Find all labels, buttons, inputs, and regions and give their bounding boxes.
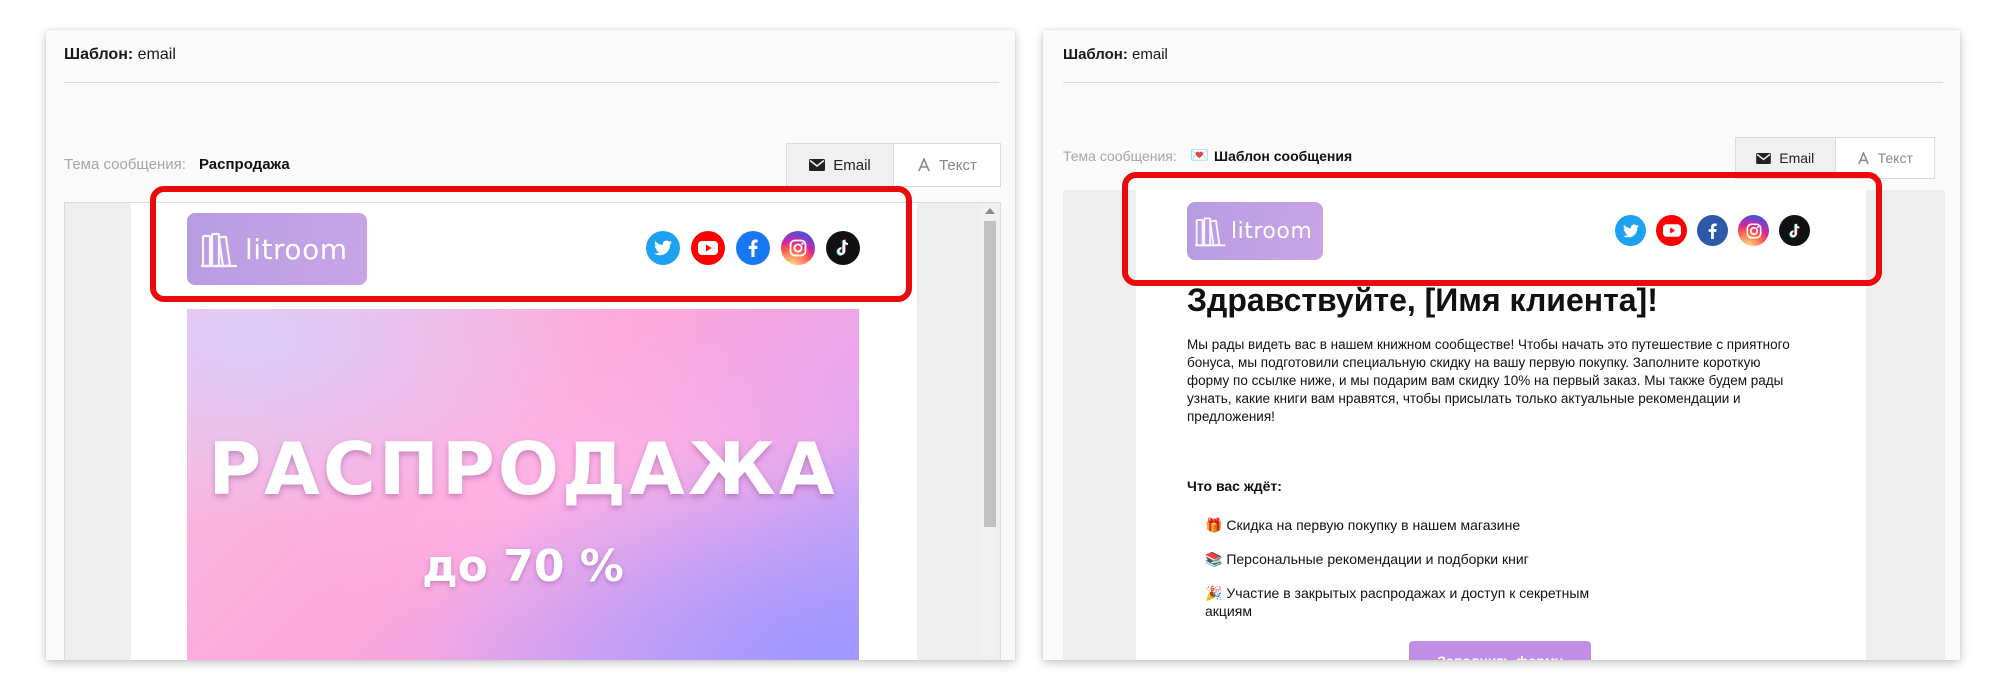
- sale-banner: РАСПРОДАЖА до 70 %: [187, 309, 859, 660]
- benefit-item: 📚 Персональные рекомендации и подборки к…: [1205, 550, 1635, 568]
- intro-paragraph: Мы рады видеть вас в нашем книжном сообщ…: [1187, 337, 1790, 424]
- text-a-icon: [1857, 151, 1869, 164]
- banner-title: РАСПРОДАЖА: [208, 427, 838, 511]
- template-name: email: [137, 46, 176, 63]
- scroll-up-icon[interactable]: [985, 208, 995, 214]
- subject-value: Распродажа: [199, 156, 290, 173]
- subject-value: Шаблон сообщения: [1214, 148, 1353, 164]
- template-name: email: [1132, 46, 1168, 63]
- tab-text-label: Текст: [1877, 150, 1913, 166]
- divider: [1063, 82, 1943, 83]
- benefits-heading: Что вас ждёт:: [1187, 478, 1282, 494]
- subject-label: Тема сообщения:: [64, 156, 186, 173]
- tab-text[interactable]: Текст: [894, 144, 1000, 186]
- header-highlight-left: [150, 186, 912, 302]
- scrollbar[interactable]: [982, 203, 998, 660]
- tab-email[interactable]: Email: [787, 144, 894, 186]
- right-email-panel: Шаблон: email Тема сообщения: 💌 Шаблон с…: [1043, 30, 1960, 660]
- books-emoji-icon: 📚: [1205, 551, 1223, 567]
- benefit-text: Участие в закрытых распродажах и доступ …: [1205, 585, 1590, 619]
- tab-email-label: Email: [833, 156, 871, 174]
- benefit-text: Скидка на первую покупку в нашем магазин…: [1226, 517, 1521, 533]
- scroll-thumb[interactable]: [984, 221, 996, 527]
- envelope-icon: [1756, 152, 1772, 164]
- left-email-panel: Шаблон: email Тема сообщения: Распродажа…: [46, 30, 1015, 660]
- template-prefix: Шаблон:: [64, 46, 134, 63]
- envelope-icon: [809, 159, 826, 171]
- benefit-item: 🎉 Участие в закрытых распродажах и досту…: [1205, 584, 1635, 620]
- party-icon: 🎉: [1205, 585, 1223, 601]
- greeting-heading: Здравствуйте, [Имя клиента]!: [1187, 282, 1658, 318]
- template-prefix: Шаблон:: [1063, 46, 1128, 63]
- tab-text-label: Текст: [939, 156, 977, 174]
- benefit-item: 🎁 Скидка на первую покупку в нашем магаз…: [1205, 516, 1635, 534]
- gift-icon: 🎁: [1205, 517, 1223, 533]
- header-highlight-right: [1122, 172, 1882, 286]
- banner-subtitle: до 70 %: [422, 541, 624, 592]
- divider: [64, 82, 999, 83]
- fill-form-button[interactable]: Заполнить форму: [1409, 641, 1591, 660]
- text-a-icon: [918, 158, 930, 172]
- view-tabs: Email Текст: [786, 143, 1001, 187]
- benefit-text: Персональные рекомендации и подборки кни…: [1226, 551, 1529, 567]
- tab-email-label: Email: [1779, 150, 1815, 166]
- template-title: Шаблон: email: [1063, 46, 1168, 63]
- template-title: Шаблон: email: [64, 46, 176, 64]
- subject-emoji: 💌: [1190, 147, 1209, 164]
- subject-label: Тема сообщения:: [1063, 148, 1177, 164]
